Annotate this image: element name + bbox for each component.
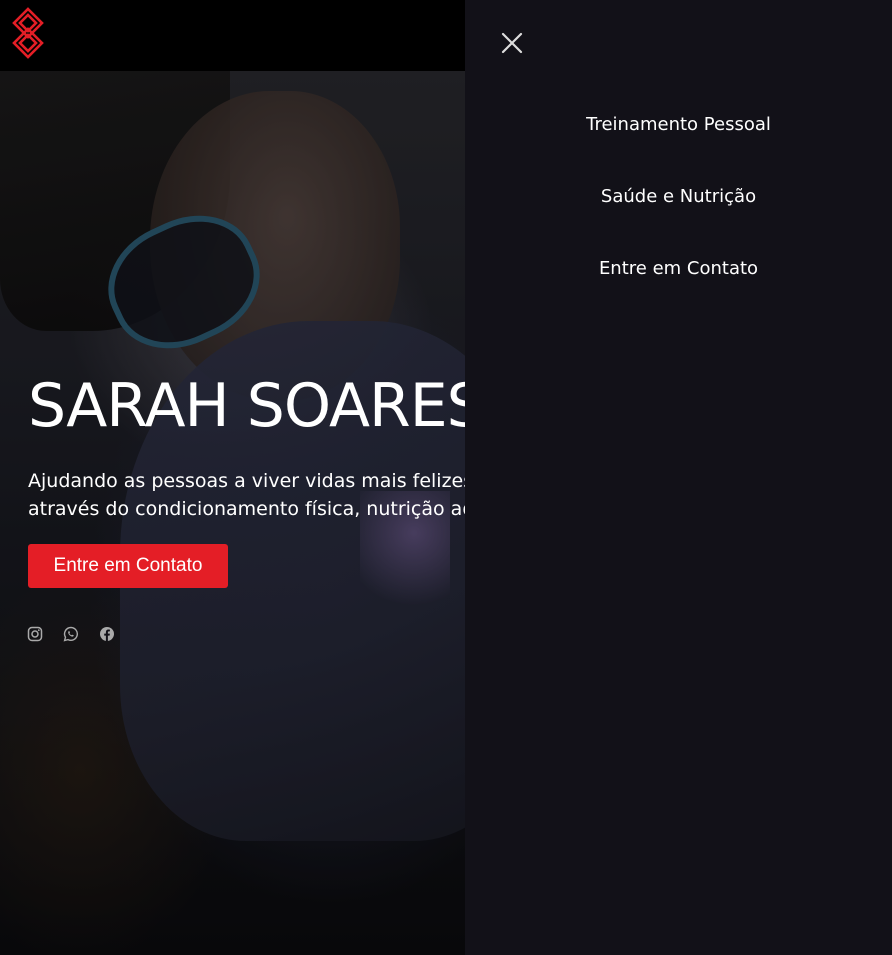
s-monogram-logo-icon[interactable] [11,7,45,59]
menu-item-saude-nutricao[interactable]: Saúde e Nutrição [465,183,892,255]
side-menu: Treinamento Pessoal Saúde e Nutrição Ent… [465,0,892,955]
facebook-icon[interactable] [99,626,115,642]
social-links [27,626,115,642]
hero-title: SARAH SOARES [28,371,485,441]
close-icon[interactable] [500,31,524,55]
menu-list: Treinamento Pessoal Saúde e Nutrição Ent… [465,111,892,327]
instagram-icon[interactable] [27,626,43,642]
page: SARAH SOARES Ajudando as pessoas a viver… [0,0,892,955]
menu-item-entre-em-contato[interactable]: Entre em Contato [465,255,892,327]
contact-cta-button[interactable]: Entre em Contato [28,544,228,588]
whatsapp-icon[interactable] [63,626,79,642]
menu-item-treinamento-pessoal[interactable]: Treinamento Pessoal [465,111,892,183]
